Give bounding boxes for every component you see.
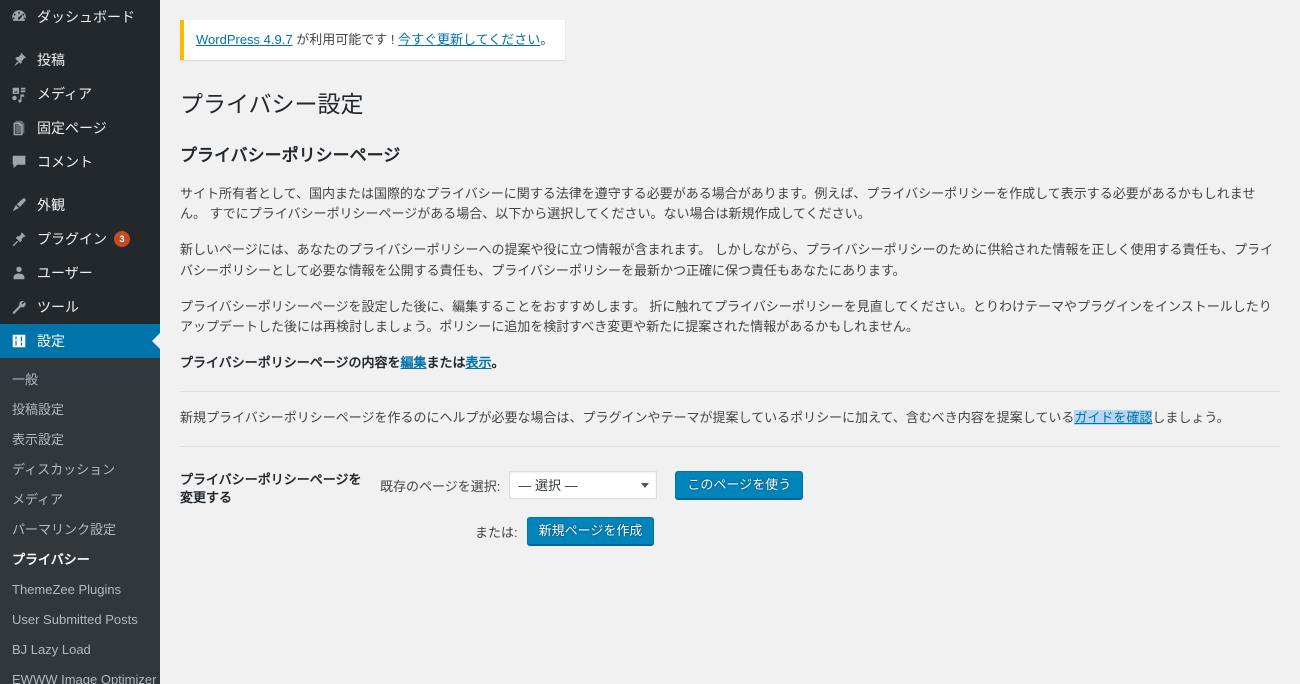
sidebar-item-label: ダッシュボード bbox=[37, 9, 135, 25]
sidebar-item-posts[interactable]: 投稿 bbox=[0, 43, 160, 77]
privacy-policy-form: プライバシーポリシーページを変更する 既存のページを選択: — 選択 — このペ… bbox=[180, 471, 804, 563]
sidebar-item-tools[interactable]: ツール bbox=[0, 290, 160, 324]
intro-paragraph-1: サイト所有者として、国内または国際的なプライバシーに関する法律を遵守する必要があ… bbox=[180, 186, 1256, 222]
guide-line-prefix: 新規プライバシーポリシーページを作るのにヘルプが必要な場合は、プラグインやテーマ… bbox=[180, 410, 1075, 426]
sidebar-item-label: プラグイン bbox=[37, 231, 107, 247]
submenu-item-privacy[interactable]: プライバシー bbox=[0, 545, 160, 575]
submenu-item-ewww-image-optimizer[interactable]: EWWW Image Optimizer bbox=[0, 665, 160, 684]
sidebar-item-label: 投稿 bbox=[37, 52, 65, 68]
form-row-label: プライバシーポリシーページを変更する bbox=[180, 472, 362, 505]
edit-or-view-line: プライバシーポリシーページの内容を編集または表示。 bbox=[180, 353, 1280, 373]
sidebar-item-label: 設定 bbox=[37, 333, 65, 349]
create-new-page-button[interactable]: 新規ページを作成 bbox=[526, 517, 655, 546]
section-heading-privacy-policy-page: プライバシーポリシーページ bbox=[180, 146, 401, 166]
intro-paragraph-3: プライバシーポリシーページを設定した後に、編集することをおすすめします。 折に触… bbox=[180, 298, 1272, 334]
sidebar-item-settings[interactable]: 設定 bbox=[0, 324, 160, 358]
sidebar-item-label: メディア bbox=[37, 86, 93, 102]
sidebar-item-users[interactable]: ユーザー bbox=[0, 256, 160, 290]
edit-policy-page-link[interactable]: 編集 bbox=[400, 355, 426, 370]
submenu-item-themezee-plugins[interactable]: ThemeZee Plugins bbox=[0, 575, 160, 605]
dashboard-icon bbox=[9, 7, 29, 27]
admin-sidebar: ダッシュボード 投稿 メディア 固定ページ コメント 外観 プラグイン 3 ユー… bbox=[0, 0, 160, 684]
edit-line-middle: または bbox=[426, 355, 466, 371]
submenu-item-bj-lazy-load[interactable]: BJ Lazy Load bbox=[0, 635, 160, 665]
sidebar-item-plugins[interactable]: プラグイン 3 bbox=[0, 222, 160, 256]
view-policy-page-link[interactable]: 表示 bbox=[466, 355, 492, 370]
appearance-brush-icon bbox=[9, 195, 29, 215]
notice-tail-text: 。 bbox=[540, 32, 554, 47]
select-page-label: 既存のページを選択: bbox=[380, 478, 501, 494]
sidebar-item-dashboard[interactable]: ダッシュボード bbox=[0, 0, 160, 34]
form-row-fields: 既存のページを選択: — 選択 — このページを使う または: 新規ページを作成 bbox=[380, 471, 804, 563]
sidebar-item-label: ツール bbox=[37, 299, 79, 315]
privacy-guide-link[interactable]: ガイドを確認 bbox=[1074, 410, 1153, 426]
wrench-icon bbox=[9, 297, 29, 317]
media-icon bbox=[9, 84, 29, 104]
edit-line-prefix: プライバシーポリシーページの内容を bbox=[180, 355, 401, 371]
select-existing-page-row: 既存のページを選択: — 選択 — このページを使う bbox=[380, 471, 804, 500]
form-row-change-policy-page: プライバシーポリシーページを変更する 既存のページを選択: — 選択 — このペ… bbox=[180, 471, 804, 563]
intro-paragraph-2: 新しいページには、あなたのプライバシーポリシーへの提案や役に立つ情報が含まれます… bbox=[180, 242, 1274, 278]
submenu-item-writing[interactable]: 投稿設定 bbox=[0, 395, 160, 425]
page-title: プライバシー設定 bbox=[180, 91, 364, 118]
privacy-settings-wrap: プライバシー設定 プライバシーポリシーページ サイト所有者として、国内または国際… bbox=[160, 81, 1300, 563]
submenu-item-reading[interactable]: 表示設定 bbox=[0, 425, 160, 455]
settings-submenu: 一般 投稿設定 表示設定 ディスカッション メディア パーマリンク設定 プライバ… bbox=[0, 358, 160, 684]
form-divider bbox=[180, 446, 1280, 448]
sidebar-item-label: 外観 bbox=[37, 197, 65, 213]
submenu-item-media[interactable]: メディア bbox=[0, 485, 160, 515]
plugin-icon bbox=[9, 229, 29, 249]
use-this-page-button[interactable]: このページを使う bbox=[675, 471, 804, 500]
sidebar-item-label: コメント bbox=[37, 154, 93, 170]
sidebar-item-label: 固定ページ bbox=[37, 120, 107, 136]
page-select-wrapper: — 選択 — bbox=[509, 471, 658, 500]
existing-page-select[interactable]: — 選択 — bbox=[509, 471, 658, 500]
sidebar-item-label: ユーザー bbox=[37, 265, 93, 281]
main-content: WordPress 4.9.7 が利用可能です ! 今すぐ更新してください。 プ… bbox=[160, 0, 1300, 684]
content-divider bbox=[180, 391, 1280, 393]
submenu-item-discussion[interactable]: ディスカッション bbox=[0, 455, 160, 485]
submenu-item-user-submitted-posts[interactable]: User Submitted Posts bbox=[0, 605, 160, 635]
user-icon bbox=[9, 263, 29, 283]
sidebar-separator bbox=[0, 34, 160, 43]
guide-help-line: 新規プライバシーポリシーページを作るのにヘルプが必要な場合は、プラグインやテーマ… bbox=[180, 408, 1280, 428]
update-notice: WordPress 4.9.7 が利用可能です ! 今すぐ更新してください。 bbox=[180, 20, 566, 61]
sidebar-item-pages[interactable]: 固定ページ bbox=[0, 111, 160, 145]
notice-middle-text: が利用可能です ! bbox=[292, 32, 399, 47]
pages-icon bbox=[9, 118, 29, 138]
or-label: または: bbox=[475, 524, 518, 540]
sidebar-separator bbox=[0, 179, 160, 188]
submenu-item-permalinks[interactable]: パーマリンク設定 bbox=[0, 515, 160, 545]
guide-line-suffix: しましょう。 bbox=[1152, 410, 1230, 426]
submenu-item-general[interactable]: 一般 bbox=[0, 365, 160, 395]
update-now-link[interactable]: 今すぐ更新してください bbox=[398, 32, 540, 47]
sidebar-item-appearance[interactable]: 外観 bbox=[0, 188, 160, 222]
wp-admin-screen: ダッシュボード 投稿 メディア 固定ページ コメント 外観 プラグイン 3 ユー… bbox=[0, 0, 1300, 684]
create-new-page-row: または: 新規ページを作成 bbox=[380, 517, 803, 546]
settings-sliders-icon bbox=[9, 331, 29, 351]
pin-icon bbox=[9, 50, 29, 70]
sidebar-item-media[interactable]: メディア bbox=[0, 77, 160, 111]
wordpress-version-link[interactable]: WordPress 4.9.7 bbox=[196, 32, 293, 47]
comment-icon bbox=[9, 152, 29, 172]
plugin-update-badge: 3 bbox=[114, 231, 130, 247]
sidebar-item-comments[interactable]: コメント bbox=[0, 145, 160, 179]
edit-line-suffix: 。 bbox=[491, 355, 505, 371]
